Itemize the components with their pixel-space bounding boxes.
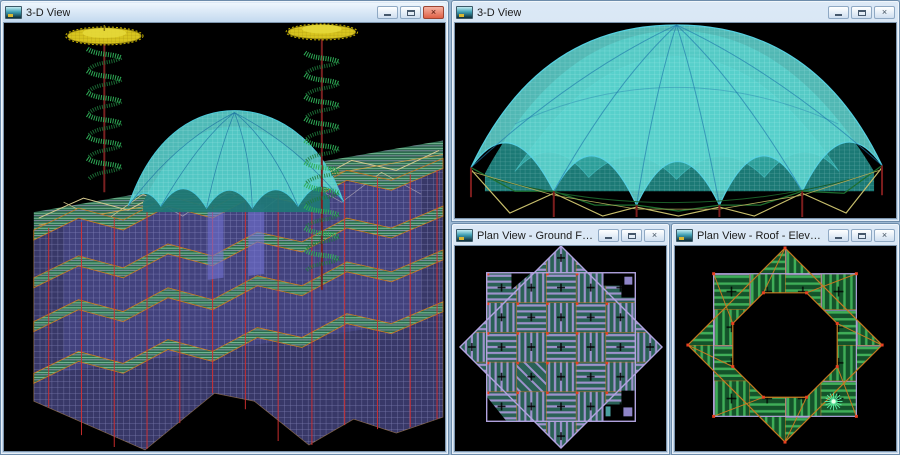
- minimize-button[interactable]: [828, 229, 849, 242]
- minimize-button[interactable]: [377, 6, 398, 19]
- minimize-button[interactable]: [598, 229, 619, 242]
- maximize-icon: [628, 233, 636, 239]
- joint-starburst-marker: [825, 393, 843, 411]
- close-icon: ×: [652, 231, 657, 240]
- close-icon: ×: [882, 231, 887, 240]
- window-title: 3-D View: [477, 7, 521, 19]
- window-3d-view-main: 3-D View ×: [0, 0, 449, 455]
- maximize-icon: [858, 10, 866, 16]
- dome-3d-content: [454, 22, 897, 219]
- titlebar-plan-roof[interactable]: Plan View - Roof - Elevation 958.82 ×: [674, 226, 897, 245]
- close-button[interactable]: ×: [874, 6, 895, 19]
- window-title: 3-D View: [26, 7, 70, 19]
- maximize-button[interactable]: [851, 229, 872, 242]
- maximize-button[interactable]: [400, 6, 421, 19]
- minimize-icon: [384, 14, 391, 16]
- minimize-icon: [605, 237, 612, 239]
- titlebar-main-3d[interactable]: 3-D View ×: [3, 3, 446, 22]
- minimize-icon: [835, 14, 842, 16]
- window-3d-view-dome: 3-D View ×: [451, 0, 900, 222]
- plan-view-icon: [676, 229, 693, 242]
- window-plan-ground: Plan View - Ground Floor - Elevation 948…: [451, 223, 670, 455]
- maximize-icon: [858, 233, 866, 239]
- main-3d-content: [3, 22, 446, 452]
- main-3d-viewport[interactable]: [4, 23, 445, 451]
- titlebar-dome-3d[interactable]: 3-D View ×: [454, 3, 897, 22]
- maximize-icon: [407, 10, 415, 16]
- close-button[interactable]: ×: [874, 229, 895, 242]
- plan-view-icon: [456, 229, 473, 242]
- window-plan-roof: Plan View - Roof - Elevation 958.82 ×: [671, 223, 900, 455]
- 3d-view-icon: [5, 6, 22, 19]
- close-button[interactable]: ×: [423, 6, 444, 19]
- plan-ground-content: [454, 245, 667, 452]
- maximize-button[interactable]: [851, 6, 872, 19]
- maximize-button[interactable]: [621, 229, 642, 242]
- titlebar-plan-ground[interactable]: Plan View - Ground Floor - Elevation 948…: [454, 226, 667, 245]
- window-title: Plan View - Ground Floor - Elevation 948…: [477, 230, 594, 242]
- close-icon: ×: [882, 8, 887, 17]
- minimize-icon: [835, 237, 842, 239]
- minimize-button[interactable]: [828, 6, 849, 19]
- plan-roof-content: [674, 245, 897, 452]
- close-button[interactable]: ×: [644, 229, 665, 242]
- 3d-view-icon: [456, 6, 473, 19]
- mdi-workspace: 3-D View ×: [0, 0, 900, 455]
- plan-ground-viewport[interactable]: [455, 246, 666, 451]
- plan-roof-viewport[interactable]: [675, 246, 896, 451]
- close-icon: ×: [431, 8, 436, 17]
- dome-3d-viewport[interactable]: [455, 23, 896, 218]
- window-title: Plan View - Roof - Elevation 958.82: [697, 230, 824, 242]
- dome-opening: [733, 293, 837, 397]
